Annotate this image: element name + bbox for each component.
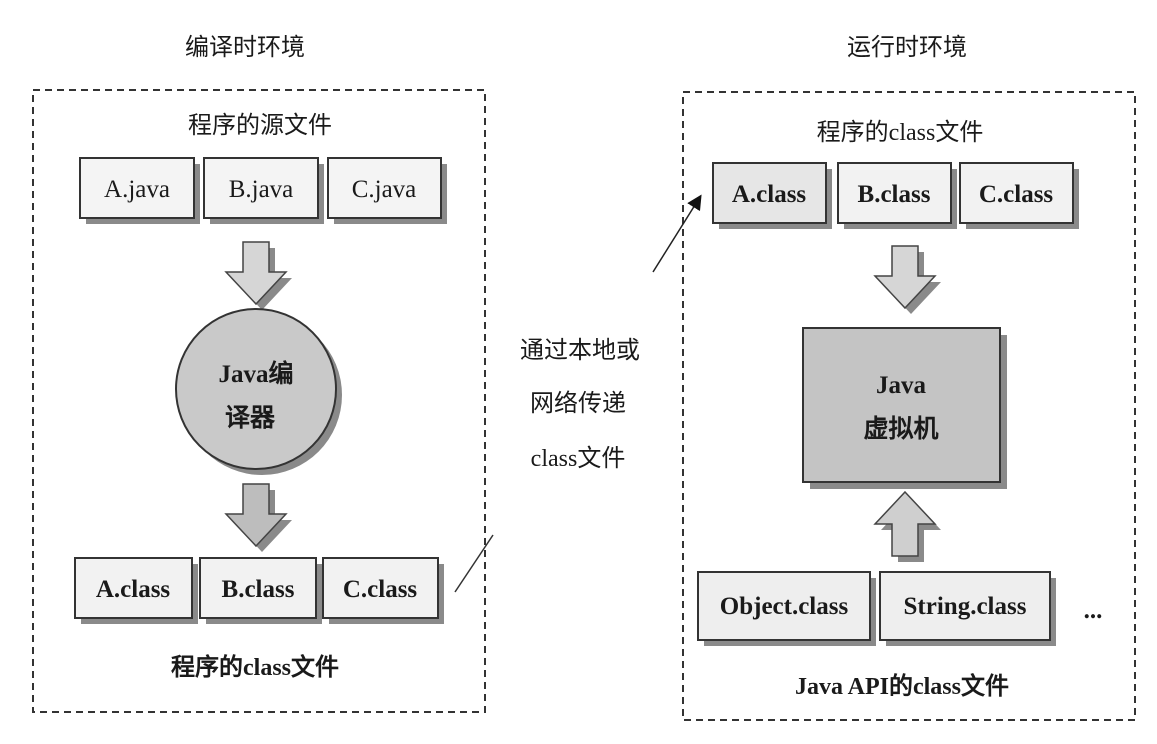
svg-text:A.class: A.class (732, 181, 807, 208)
svg-text:Java: Java (876, 372, 927, 399)
java-compile-runtime-diagram: 编译时环境 运行时环境 程序的源文件 A.java B.java C.java … (32, 34, 1136, 721)
java-virtual-machine: Java 虚拟机 (802, 327, 1007, 489)
svg-text:Object.class: Object.class (720, 593, 849, 620)
down-arrow-icon (873, 245, 941, 314)
compiled-class-b: B.class (199, 557, 322, 624)
ellipsis: ... (1084, 597, 1103, 624)
svg-text:A.class: A.class (96, 576, 171, 603)
transfer-line1: 通过本地或 (520, 337, 640, 364)
api-class-object: Object.class (697, 571, 876, 646)
transfer-line3: class文件 (531, 445, 626, 472)
down-arrow-icon (224, 483, 292, 552)
compiled-class-c: C.class (322, 557, 444, 624)
svg-text:Java编: Java编 (218, 359, 293, 388)
runtime-class-b: B.class (837, 162, 957, 229)
svg-text:C.java: C.java (352, 176, 417, 203)
compiled-class-a: A.class (74, 557, 198, 624)
svg-text:String.class: String.class (904, 593, 1027, 620)
svg-text:译器: 译器 (225, 404, 276, 432)
svg-text:B.java: B.java (229, 176, 294, 203)
runtime-class-label: 程序的class文件 (817, 119, 984, 146)
svg-text:B.class: B.class (222, 576, 295, 603)
runtime-class-a: A.class (712, 162, 832, 229)
api-class-label: Java API的class文件 (795, 672, 1009, 700)
runtime-env-title: 运行时环境 (847, 34, 967, 61)
transfer-arrow-icon (652, 194, 702, 273)
up-arrow-icon (873, 490, 941, 562)
svg-text:C.class: C.class (979, 181, 1054, 208)
svg-text:B.class: B.class (858, 181, 931, 208)
java-compiler: Java编 译器 (175, 308, 342, 475)
svg-text:A.java: A.java (104, 176, 170, 203)
compiled-class-label: 程序的class文件 (171, 653, 339, 681)
source-file-c: C.java (327, 157, 447, 224)
transfer-line2: 网络传递 (530, 390, 626, 417)
svg-text:虚拟机: 虚拟机 (863, 415, 938, 443)
svg-text:C.class: C.class (343, 576, 418, 603)
compile-env-title: 编译时环境 (185, 34, 305, 61)
source-file-b: B.java (203, 157, 324, 224)
source-file-a: A.java (79, 157, 200, 224)
api-class-string: String.class (879, 571, 1056, 646)
runtime-class-c: C.class (959, 162, 1079, 229)
down-arrow-icon (224, 241, 292, 310)
connector-line (454, 534, 494, 593)
source-files-label: 程序的源文件 (188, 112, 332, 139)
